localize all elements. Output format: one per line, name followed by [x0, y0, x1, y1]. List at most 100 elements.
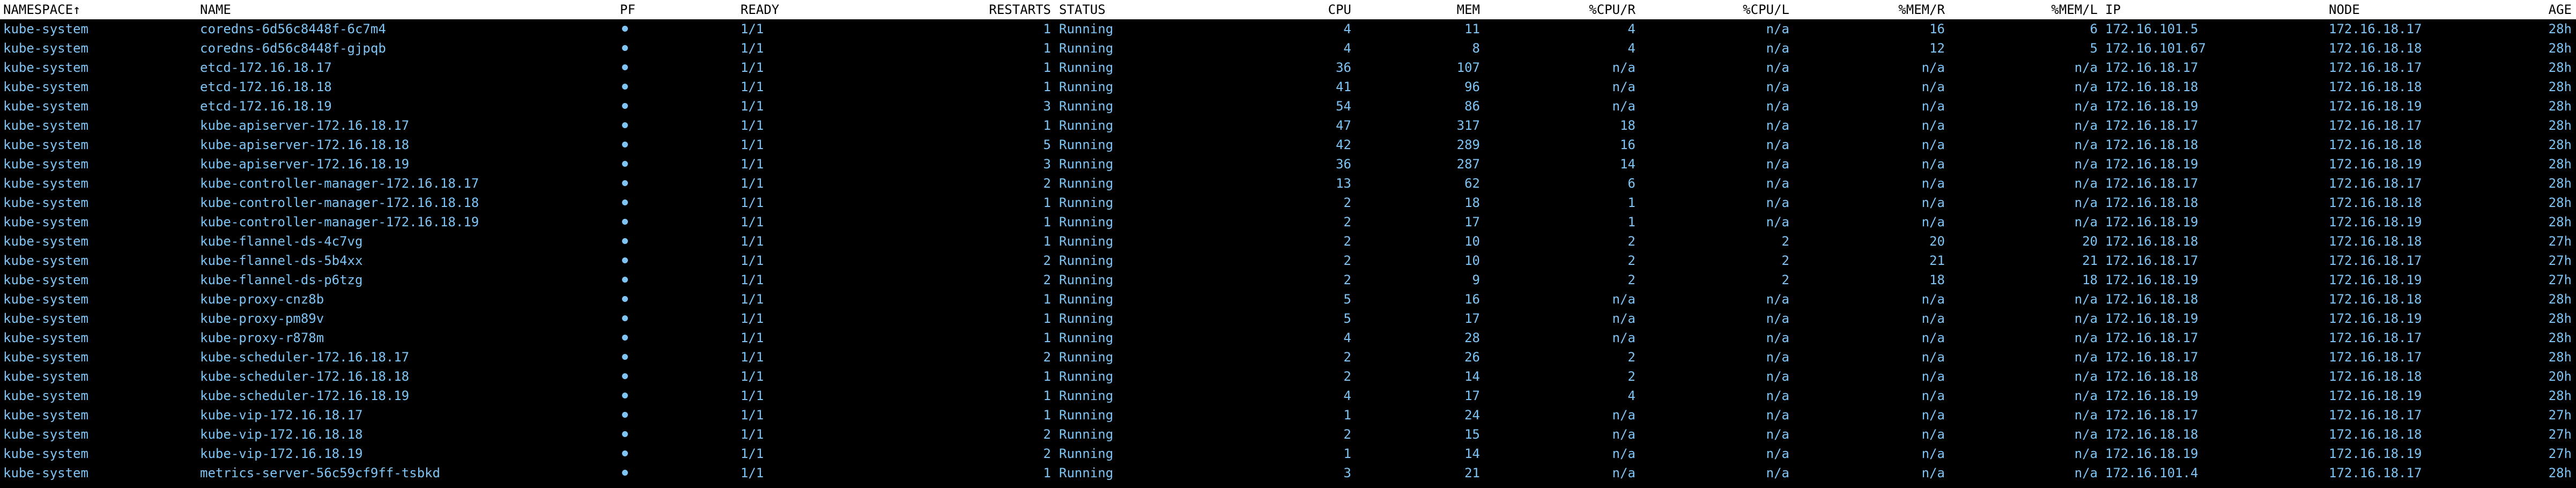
mem-cell: 21 — [1464, 465, 1480, 480]
table-row[interactable]: kube-system kube-controller-manager-172.1… — [0, 212, 2576, 232]
port-forward-dot-icon — [622, 45, 628, 51]
mem-r-cell: n/a — [1921, 99, 1945, 114]
table-row[interactable]: kube-system kube-scheduler-172.16.18.17 1/… — [0, 347, 2576, 367]
cpu-r-cell: 6 — [1627, 176, 1635, 191]
column-header-ready[interactable]: READY — [741, 0, 816, 19]
ip-cell: 172.16.18.19 — [2105, 388, 2199, 403]
node-cell: 172.16.18.17 — [2329, 408, 2422, 423]
column-header-name[interactable]: NAME — [200, 0, 608, 19]
status-cell: Running — [1059, 176, 1114, 191]
table-row[interactable]: kube-system kube-vip-172.16.18.18 1/1 2 Runn… — [0, 425, 2576, 444]
mem-l-cell: n/a — [2074, 118, 2098, 133]
mem-cell: 24 — [1464, 408, 1480, 423]
column-header-cpu[interactable]: CPU — [1233, 0, 1351, 19]
cpu-cell: 36 — [1336, 157, 1351, 172]
name-cell: coredns-6d56c8448f-gjpqb — [200, 41, 386, 56]
node-cell: 172.16.18.19 — [2329, 388, 2422, 403]
table-row[interactable]: kube-system kube-vip-172.16.18.17 1/1 1 Runn… — [0, 405, 2576, 425]
port-forward-dot-icon — [622, 315, 628, 321]
mem-l-cell: n/a — [2074, 408, 2098, 423]
pf-cell — [620, 19, 641, 39]
status-cell: Running — [1059, 272, 1114, 287]
table-row[interactable]: kube-system metrics-server-56c59cf9ff-tsb… — [0, 463, 2576, 483]
node-cell: 172.16.18.17 — [2329, 253, 2422, 268]
cpu-r-cell: 2 — [1627, 272, 1635, 287]
age-cell: 28h — [2548, 292, 2572, 307]
table-row[interactable]: kube-system kube-apiserver-172.16.18.19 1/… — [0, 154, 2576, 174]
table-row[interactable]: kube-system etcd-172.16.18.17 1/1 1 Running 3… — [0, 58, 2576, 77]
table-row[interactable]: kube-system coredns-6d56c8448f-6c7m4 1/1 1 R… — [0, 19, 2576, 39]
table-row[interactable]: kube-system etcd-172.16.18.18 1/1 1 Running 4… — [0, 77, 2576, 97]
cpu-l-cell: 2 — [1781, 234, 1789, 249]
ready-cell: 1/1 — [741, 465, 764, 480]
mem-cell: 107 — [1456, 60, 1480, 75]
table-row[interactable]: kube-system coredns-6d56c8448f-gjpqb 1/1 1 R… — [0, 39, 2576, 58]
mem-r-cell: n/a — [1921, 350, 1945, 365]
cpu-r-cell: 2 — [1627, 234, 1635, 249]
column-header-node[interactable]: NODE — [2329, 0, 2479, 19]
mem-r-cell: n/a — [1921, 176, 1945, 191]
node-cell: 172.16.18.18 — [2329, 79, 2422, 94]
port-forward-dot-icon — [622, 257, 628, 263]
column-header-status[interactable]: STATUS — [1059, 0, 1209, 19]
age-cell: 28h — [2548, 60, 2572, 75]
ip-cell: 172.16.18.19 — [2105, 99, 2199, 114]
table-row[interactable]: kube-system kube-apiserver-172.16.18.18 1/… — [0, 135, 2576, 154]
ready-cell: 1/1 — [741, 41, 764, 56]
column-header-ip[interactable]: IP — [2105, 0, 2320, 19]
table-row[interactable]: kube-system kube-flannel-ds-5b4xx 1/1 2 Runn… — [0, 251, 2576, 270]
namespace-cell: kube-system — [3, 79, 88, 94]
mem-r-cell: 12 — [1929, 41, 1945, 56]
mem-l-cell: n/a — [2074, 157, 2098, 172]
cpu-cell: 47 — [1336, 118, 1351, 133]
mem-r-cell: n/a — [1921, 388, 1945, 403]
column-header-cpu-l[interactable]: %CPU/L — [1635, 0, 1789, 19]
name-cell: etcd-172.16.18.17 — [200, 60, 332, 75]
column-header-age[interactable]: AGE — [2467, 0, 2572, 19]
table-row[interactable]: kube-system kube-controller-manager-172.1… — [0, 174, 2576, 193]
status-cell: Running — [1059, 99, 1114, 114]
name-cell: kube-controller-manager-172.16.18.17 — [200, 176, 479, 191]
table-row[interactable]: kube-system kube-proxy-r878m 1/1 1 Running 4 2… — [0, 328, 2576, 347]
mem-l-cell: n/a — [2074, 176, 2098, 191]
ip-cell: 172.16.18.19 — [2105, 311, 2199, 326]
node-cell: 172.16.18.19 — [2329, 215, 2422, 230]
table-row[interactable]: kube-system kube-scheduler-172.16.18.18 1/… — [0, 367, 2576, 386]
namespace-cell: kube-system — [3, 118, 88, 133]
name-cell: kube-flannel-ds-5b4xx — [200, 253, 363, 268]
port-forward-dot-icon — [622, 470, 628, 476]
table-row[interactable]: kube-system kube-apiserver-172.16.18.17 1/… — [0, 116, 2576, 135]
restarts-cell: 3 — [1043, 157, 1051, 172]
column-header-mem-l[interactable]: %MEM/L — [1945, 0, 2098, 19]
namespace-cell: kube-system — [3, 350, 88, 365]
table-row[interactable]: kube-system kube-vip-172.16.18.19 1/1 2 Runn… — [0, 444, 2576, 463]
table-row[interactable]: kube-system etcd-172.16.18.19 1/1 3 Running 5… — [0, 97, 2576, 116]
cpu-l-cell: 2 — [1781, 272, 1789, 287]
mem-cell: 15 — [1464, 427, 1480, 442]
ready-cell: 1/1 — [741, 292, 764, 307]
name-cell: kube-vip-172.16.18.18 — [200, 427, 363, 442]
namespace-cell: kube-system — [3, 446, 88, 461]
column-header-namespace[interactable]: NAMESPACE↑ — [3, 0, 196, 19]
table-row[interactable]: kube-system kube-controller-manager-172.1… — [0, 193, 2576, 212]
ready-cell: 1/1 — [741, 79, 764, 94]
table-row[interactable]: kube-system kube-scheduler-172.16.18.19 1/… — [0, 386, 2576, 405]
table-row[interactable]: kube-system kube-flannel-ds-p6tzg 1/1 2 Runn… — [0, 270, 2576, 290]
node-cell: 172.16.18.17 — [2329, 118, 2422, 133]
pf-cell — [620, 251, 641, 270]
name-cell: kube-controller-manager-172.16.18.19 — [200, 215, 479, 230]
column-header-cpu-r[interactable]: %CPU/R — [1480, 0, 1635, 19]
column-header-restarts[interactable]: RESTARTS — [901, 0, 1051, 19]
table-row[interactable]: kube-system kube-proxy-cnz8b 1/1 1 Running 5 1… — [0, 290, 2576, 309]
table-row[interactable]: kube-system kube-proxy-pm89v 1/1 1 Running 5 1… — [0, 309, 2576, 328]
port-forward-dot-icon — [622, 431, 628, 437]
column-header-mem[interactable]: MEM — [1373, 0, 1480, 19]
column-header-pf[interactable]: PF — [620, 0, 641, 19]
namespace-cell: kube-system — [3, 176, 88, 191]
table-row[interactable]: kube-system kube-flannel-ds-4c7vg 1/1 1 Runn… — [0, 232, 2576, 251]
node-cell: 172.16.18.19 — [2329, 311, 2422, 326]
cpu-l-cell: n/a — [1766, 292, 1789, 307]
cpu-cell: 2 — [1343, 350, 1351, 365]
column-header-mem-r[interactable]: %MEM/R — [1789, 0, 1945, 19]
port-forward-dot-icon — [622, 122, 628, 128]
